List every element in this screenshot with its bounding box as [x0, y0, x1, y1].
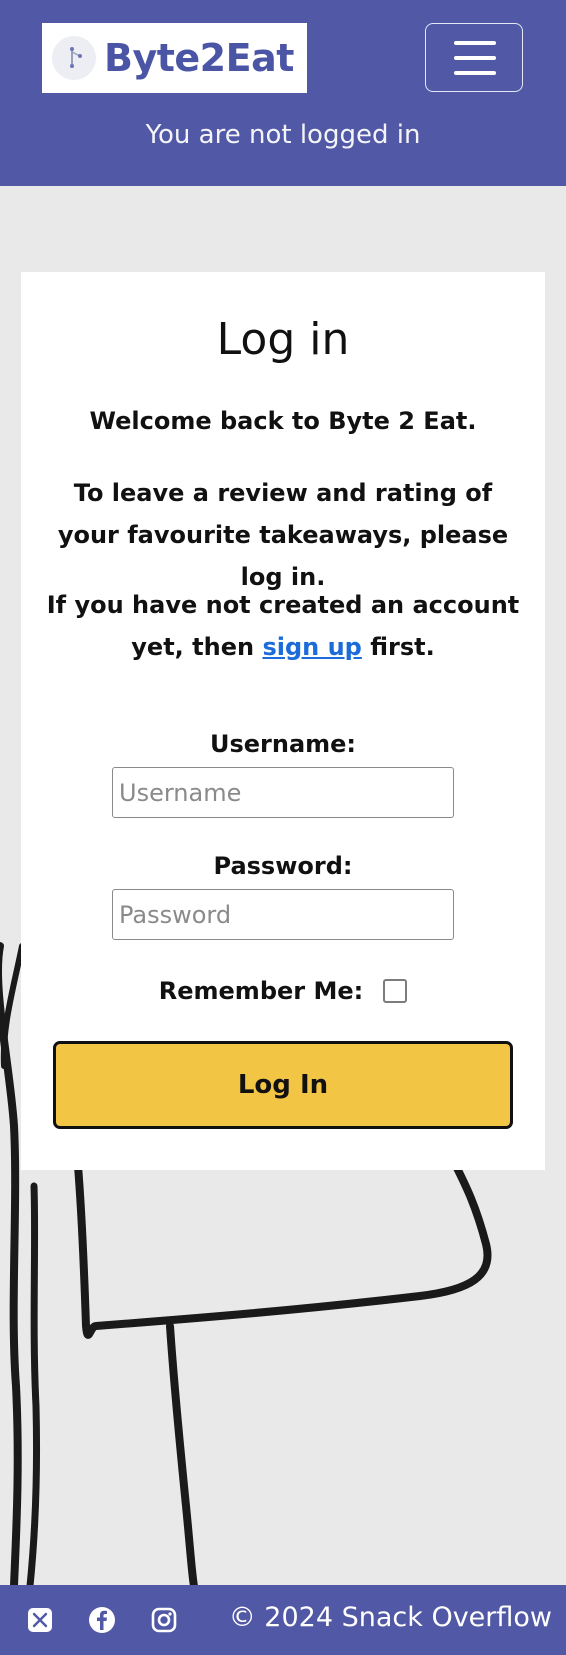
- username-input[interactable]: [112, 767, 454, 818]
- remember-me-row: Remember Me:: [21, 977, 545, 1005]
- welcome-text: Welcome back to Byte 2 Eat.: [89, 407, 477, 435]
- signup-suffix: first.: [370, 633, 435, 661]
- signup-prompt: If you have not created an account yet, …: [41, 584, 525, 668]
- hamburger-menu-icon: [454, 41, 496, 45]
- brand-name: Byte2Eat: [104, 36, 294, 80]
- sign-up-link[interactable]: sign up: [262, 633, 361, 661]
- username-label: Username:: [209, 730, 357, 758]
- brand-link[interactable]: Byte2Eat: [42, 23, 307, 93]
- byte2eat-logo-icon: [52, 36, 96, 80]
- site-footer: © 2024 Snack Overflow: [0, 1585, 566, 1655]
- password-label: Password:: [213, 852, 353, 880]
- password-input[interactable]: [112, 889, 454, 940]
- page-title: Log in: [216, 314, 350, 365]
- hamburger-bar: [454, 71, 496, 75]
- site-header: Byte2Eat You are not logged in: [0, 0, 566, 186]
- copyright-text: © 2024 Snack Overflow: [228, 1602, 552, 1633]
- hamburger-menu-button[interactable]: [425, 23, 523, 92]
- login-status: You are not logged in: [145, 120, 421, 150]
- x-twitter-icon[interactable]: [26, 1606, 54, 1634]
- facebook-icon[interactable]: [88, 1606, 116, 1634]
- login-card: Log in Welcome back to Byte 2 Eat. To le…: [21, 272, 545, 1170]
- instruction-text: To leave a review and rating of your fav…: [57, 479, 509, 591]
- instagram-icon[interactable]: [150, 1606, 178, 1634]
- remember-me-label: Remember Me:: [158, 977, 364, 1005]
- remember-me-checkbox[interactable]: [383, 979, 408, 1003]
- hamburger-bar: [454, 56, 496, 60]
- log-in-button[interactable]: Log In: [53, 1041, 513, 1129]
